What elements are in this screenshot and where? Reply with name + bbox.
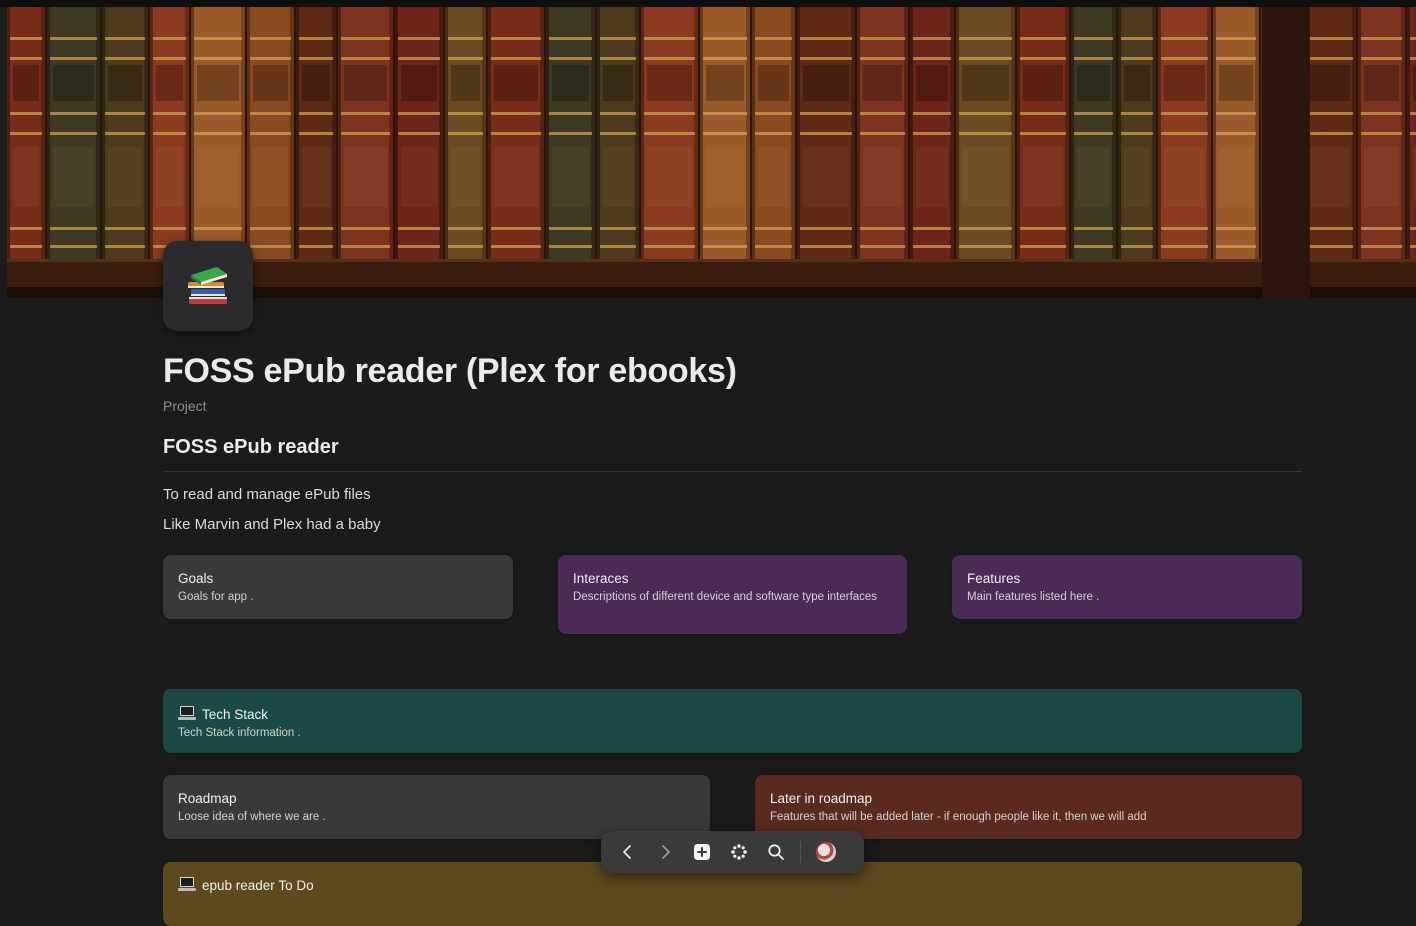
divider <box>163 471 1302 472</box>
forward-button[interactable] <box>646 835 683 869</box>
later-roadmap-card[interactable]: Later in roadmap Features that will be a… <box>755 775 1302 839</box>
profile-button[interactable] <box>807 835 844 869</box>
features-card[interactable]: Features Main features listed here . <box>952 555 1302 619</box>
card-title: Tech Stack <box>202 707 269 722</box>
card-description: Features that will be added later - if e… <box>770 811 1147 823</box>
floating-toolbar <box>601 831 864 873</box>
goals-card[interactable]: Goals Goals for app . <box>163 555 513 619</box>
books-icon <box>188 267 227 304</box>
laptop-icon <box>178 706 196 720</box>
paragraph-1[interactable]: To read and manage ePub files <box>163 486 371 503</box>
card-description: Loose idea of where we are . <box>178 811 326 823</box>
card-title: epub reader To Do <box>202 878 314 893</box>
card-title-row: epub reader To Do <box>178 876 1287 893</box>
interfaces-card[interactable]: Interaces Descriptions of different devi… <box>558 555 907 634</box>
apps-button[interactable] <box>720 835 757 869</box>
card-description: Descriptions of different device and sof… <box>573 591 878 603</box>
section-heading[interactable]: FOSS ePub reader <box>163 436 339 459</box>
new-page-button[interactable] <box>683 835 720 869</box>
window-top-edge <box>0 0 1416 7</box>
back-icon <box>622 845 631 859</box>
card-title-row: Tech Stack <box>178 705 1287 722</box>
toolbar-separator <box>800 841 801 863</box>
card-description: Goals for app . <box>178 591 254 603</box>
card-title: Features <box>967 571 1021 586</box>
paragraph-2[interactable]: Like Marvin and Plex had a baby <box>163 516 381 533</box>
forward-icon <box>661 845 670 859</box>
page-title[interactable]: FOSS ePub reader (Plex for ebooks) <box>163 352 737 391</box>
page-icon[interactable] <box>163 241 253 331</box>
laptop-icon <box>178 877 196 891</box>
search-icon <box>767 844 784 860</box>
apps-icon <box>730 844 747 860</box>
card-title: Goals <box>178 571 214 586</box>
card-title: Roadmap <box>178 791 237 806</box>
roadmap-card[interactable]: Roadmap Loose idea of where we are . <box>163 775 710 839</box>
page-type-label: Project <box>163 398 207 414</box>
new-page-icon <box>693 844 710 860</box>
card-description: Tech Stack information . <box>178 727 301 739</box>
search-button[interactable] <box>757 835 794 869</box>
avatar <box>815 842 836 862</box>
tech-stack-card[interactable]: Tech Stack Tech Stack information . <box>163 689 1302 753</box>
card-title: Interaces <box>573 571 629 586</box>
card-title: Later in roadmap <box>770 791 873 806</box>
card-description: Main features listed here . <box>967 591 1100 603</box>
back-button[interactable] <box>609 835 646 869</box>
